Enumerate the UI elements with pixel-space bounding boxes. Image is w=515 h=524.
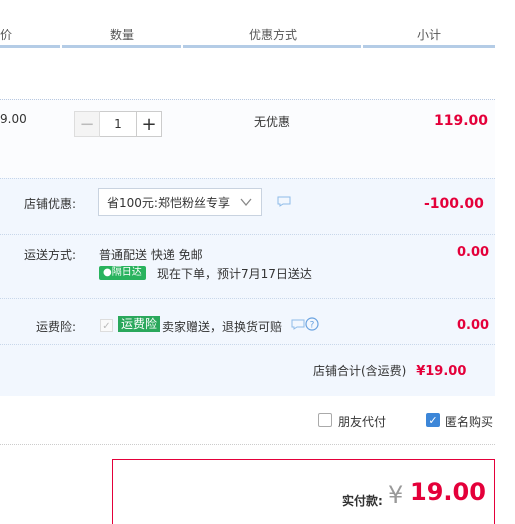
item-subtotal: 119.00 bbox=[434, 113, 489, 129]
message-icon[interactable] bbox=[277, 196, 291, 207]
insurance-description: 卖家赠送，退换货可赔 bbox=[162, 320, 283, 334]
insurance-checkbox[interactable]: ✓ bbox=[100, 319, 113, 332]
item-promotion: 无优惠 bbox=[254, 115, 291, 129]
help-icon[interactable]: ? bbox=[305, 317, 319, 331]
shipping-fee: 0.00 bbox=[457, 245, 490, 260]
insurance-label: 运费险: bbox=[35, 320, 76, 334]
shop-discount-value: 省100元:郑恺粉丝专享 bbox=[107, 195, 230, 210]
friend-pay-checkbox[interactable] bbox=[318, 413, 332, 427]
insurance-tag: 运费险 bbox=[118, 316, 161, 332]
anonymous-label[interactable]: 匿名购买 bbox=[445, 413, 495, 430]
shop-discount-select[interactable]: 省100元:郑恺粉丝专享 bbox=[98, 188, 262, 216]
chevron-down-icon bbox=[240, 198, 252, 207]
svg-text:?: ? bbox=[310, 321, 315, 331]
payment-label: 实付款: bbox=[342, 494, 383, 508]
header-promotion: 优惠方式 bbox=[249, 28, 298, 42]
unit-price: 9.00 bbox=[0, 112, 27, 126]
shop-discount-label: 店铺优惠: bbox=[23, 197, 76, 211]
shop-discount-amount: -100.00 bbox=[424, 196, 484, 212]
shipping-method: 普通配送 快递 免邮 bbox=[99, 248, 203, 262]
decrease-quantity-button[interactable]: − bbox=[74, 111, 100, 137]
anonymous-checkbox[interactable]: ✓ bbox=[426, 413, 440, 427]
header-quantity: 数量 bbox=[110, 28, 135, 42]
insurance-fee: 0.00 bbox=[457, 318, 490, 333]
next-day-badge: ●隔日达 bbox=[99, 266, 146, 280]
shop-total-value: ¥19.00 bbox=[416, 364, 467, 379]
increase-quantity-button[interactable]: + bbox=[136, 111, 162, 137]
clock-icon: ● bbox=[103, 267, 112, 278]
shop-total-label: 店铺合计(含运费) bbox=[313, 364, 407, 378]
header-subtotal: 小计 bbox=[417, 28, 442, 42]
delivery-estimate: 现在下单，预计7月17日送达 bbox=[157, 267, 312, 281]
payment-amount: 19.00 bbox=[410, 478, 486, 506]
header-rule bbox=[0, 45, 495, 48]
table-header: 价 数量 优惠方式 小计 bbox=[0, 24, 495, 48]
quantity-stepper: − 1 + bbox=[74, 111, 162, 137]
message-icon[interactable] bbox=[291, 319, 305, 330]
friend-pay-label[interactable]: 朋友代付 bbox=[338, 413, 386, 430]
header-price: 价 bbox=[0, 28, 13, 42]
shipping-label: 运送方式: bbox=[23, 248, 76, 262]
payment-currency: ¥ bbox=[388, 481, 404, 509]
shop-total: 店铺合计(含运费) ¥19.00 bbox=[313, 362, 466, 379]
quantity-input[interactable]: 1 bbox=[100, 111, 136, 137]
